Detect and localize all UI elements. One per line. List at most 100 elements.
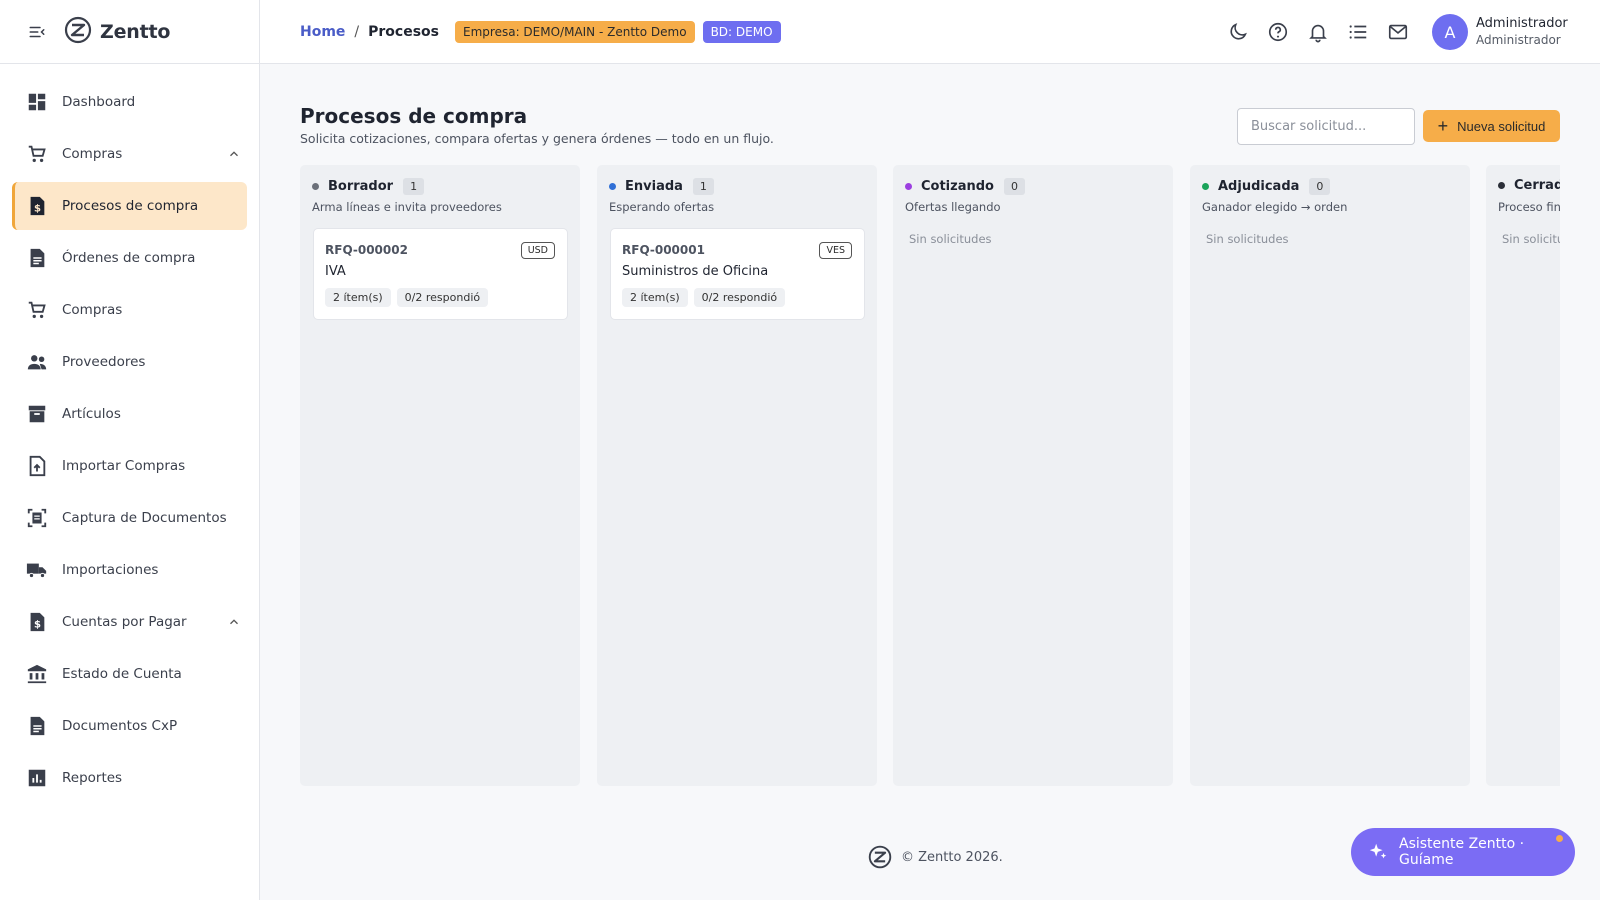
sidebar-item-label: Procesos de compra — [62, 198, 199, 214]
avatar[interactable]: A — [1432, 14, 1468, 50]
sidebar: Zentto Dashboard Compras $ Procesos de c… — [0, 0, 260, 900]
search-input[interactable] — [1237, 108, 1415, 145]
sidebar-item-procesos-de-compra[interactable]: $ Procesos de compra — [12, 182, 247, 230]
currency-badge: VES — [819, 242, 852, 259]
sidebar-item-label: Compras — [62, 302, 123, 318]
status-dot — [312, 183, 319, 190]
responses-chip: 0/2 respondió — [396, 288, 489, 307]
column-cerrada: Cerrada Proceso fina Sin solicitu — [1486, 165, 1560, 786]
sidebar-item-label: Proveedores — [62, 354, 146, 370]
help-icon[interactable] — [1267, 21, 1289, 43]
currency-badge: USD — [520, 242, 555, 259]
cart-icon — [26, 299, 48, 321]
request-chips: 2 ítem(s) 0/2 respondió — [325, 288, 494, 307]
sidebar-item-importar-compras[interactable]: Importar Compras — [12, 442, 247, 490]
sidebar-item-label: Compras — [62, 146, 123, 162]
mail-icon[interactable] — [1387, 21, 1409, 43]
sidebar-item-cuentas-por-pagar-group[interactable]: $ Cuentas por Pagar — [12, 598, 247, 646]
column-count-badge: 1 — [692, 178, 714, 195]
column-header: Enviada 1 — [609, 178, 714, 195]
breadcrumb-separator: / — [354, 23, 360, 40]
status-dot — [1498, 182, 1505, 189]
column-borrador: Borrador 1 Arma líneas e invita proveedo… — [300, 165, 580, 786]
empty-state: Sin solicitu — [1502, 232, 1560, 246]
sidebar-item-dashboard[interactable]: Dashboard — [12, 78, 247, 126]
chevron-up-icon[interactable] — [227, 615, 241, 629]
document-icon — [26, 715, 48, 737]
column-header: Cotizando 0 — [905, 178, 1025, 195]
column-count-badge: 0 — [1309, 178, 1331, 195]
sidebar-item-importaciones[interactable]: Importaciones — [12, 546, 247, 594]
svg-text:$: $ — [34, 620, 41, 631]
assistant-label: Asistente Zentto · Guíame — [1399, 836, 1525, 868]
sidebar-item-label: Cuentas por Pagar — [62, 614, 187, 630]
bar-chart-icon — [26, 767, 48, 789]
column-cotizando: Cotizando 0 Ofertas llegando Sin solicit… — [893, 165, 1173, 786]
sidebar-item-documentos-cxp[interactable]: Documentos CxP — [12, 702, 247, 750]
people-icon — [26, 351, 48, 373]
sidebar-item-reportes[interactable]: Reportes — [12, 754, 247, 802]
column-header: Borrador 1 — [312, 178, 425, 195]
sidebar-item-label: Artículos — [62, 406, 121, 422]
status-dot — [905, 183, 912, 190]
items-count-chip: 2 ítem(s) — [325, 288, 391, 307]
document-icon — [26, 247, 48, 269]
request-card[interactable]: RFQ-000002 USD IVA 2 ítem(s) 0/2 respond… — [313, 228, 568, 320]
column-header: Adjudicada 0 — [1202, 178, 1331, 195]
column-title: Cerrada — [1514, 178, 1560, 193]
sidebar-item-articulos[interactable]: Artículos — [12, 390, 247, 438]
file-upload-icon — [26, 455, 48, 477]
page-subtitle: Solicita cotizaciones, compara ofertas y… — [300, 131, 774, 146]
invoice-dollar-icon: $ — [26, 611, 48, 633]
sidebar-item-compras-group[interactable]: Compras — [12, 130, 247, 178]
sidebar-nav: Dashboard Compras $ Procesos de compra Ó… — [0, 64, 259, 802]
user-role: Administrador — [1476, 33, 1561, 47]
column-description: Arma líneas e invita proveedores — [312, 200, 502, 214]
column-description: Ofertas llegando — [905, 200, 1001, 214]
request-id: RFQ-000001 — [622, 243, 705, 257]
assistant-button[interactable]: Asistente Zentto · Guíame — [1351, 828, 1575, 876]
list-icon[interactable] — [1347, 21, 1369, 43]
column-enviada: Enviada 1 Esperando ofertas RFQ-000001 V… — [597, 165, 877, 786]
sidebar-item-label: Importaciones — [62, 562, 159, 578]
sidebar-item-ordenes-de-compra[interactable]: Órdenes de compra — [12, 234, 247, 282]
menu-collapse-icon[interactable] — [28, 23, 46, 41]
column-description: Proceso fina — [1498, 200, 1560, 214]
breadcrumb: Home / Procesos Empresa: DEMO/MAIN - Zen… — [300, 20, 781, 43]
breadcrumb-home-link[interactable]: Home — [300, 24, 345, 40]
sidebar-item-estado-de-cuenta[interactable]: Estado de Cuenta — [12, 650, 247, 698]
breadcrumb-current: Procesos — [368, 23, 440, 40]
request-card[interactable]: RFQ-000001 VES Suministros de Oficina 2 … — [610, 228, 865, 320]
column-description: Esperando ofertas — [609, 200, 715, 214]
kanban-board: Borrador 1 Arma líneas e invita proveedo… — [300, 165, 1560, 786]
new-request-button[interactable]: + Nueva solicitud — [1423, 110, 1560, 142]
column-title: Enviada — [625, 179, 683, 194]
moon-icon[interactable] — [1227, 21, 1249, 43]
zentto-logo-icon — [64, 16, 92, 48]
database-badge: BD: DEMO — [702, 20, 781, 43]
truck-icon — [26, 559, 48, 581]
sparkle-icon — [1367, 841, 1389, 863]
column-title: Adjudicada — [1218, 179, 1300, 194]
sidebar-item-captura-de-documentos[interactable]: Captura de Documentos — [12, 494, 247, 542]
bell-icon[interactable] — [1307, 21, 1329, 43]
chevron-up-icon[interactable] — [227, 147, 241, 161]
status-dot — [1202, 183, 1209, 190]
column-count-badge: 0 — [1003, 178, 1025, 195]
user-info: Administrador Administrador — [1476, 16, 1568, 48]
sidebar-item-compras[interactable]: Compras — [12, 286, 247, 334]
empty-state: Sin solicitudes — [1206, 232, 1289, 246]
user-menu[interactable]: A Administrador Administrador — [1432, 14, 1568, 50]
user-name: Administrador — [1476, 16, 1568, 31]
sidebar-item-label: Estado de Cuenta — [62, 666, 182, 682]
app-logo[interactable]: Zentto — [64, 16, 170, 48]
column-description: Ganador elegido → orden — [1202, 200, 1348, 214]
column-header: Cerrada — [1498, 178, 1560, 193]
svg-text:$: $ — [34, 204, 41, 215]
column-title: Borrador — [328, 179, 394, 194]
request-chips: 2 ítem(s) 0/2 respondió — [622, 288, 791, 307]
sidebar-item-proveedores[interactable]: Proveedores — [12, 338, 247, 386]
column-count-badge: 1 — [403, 178, 425, 195]
request-id: RFQ-000002 — [325, 243, 408, 257]
bank-icon — [26, 663, 48, 685]
